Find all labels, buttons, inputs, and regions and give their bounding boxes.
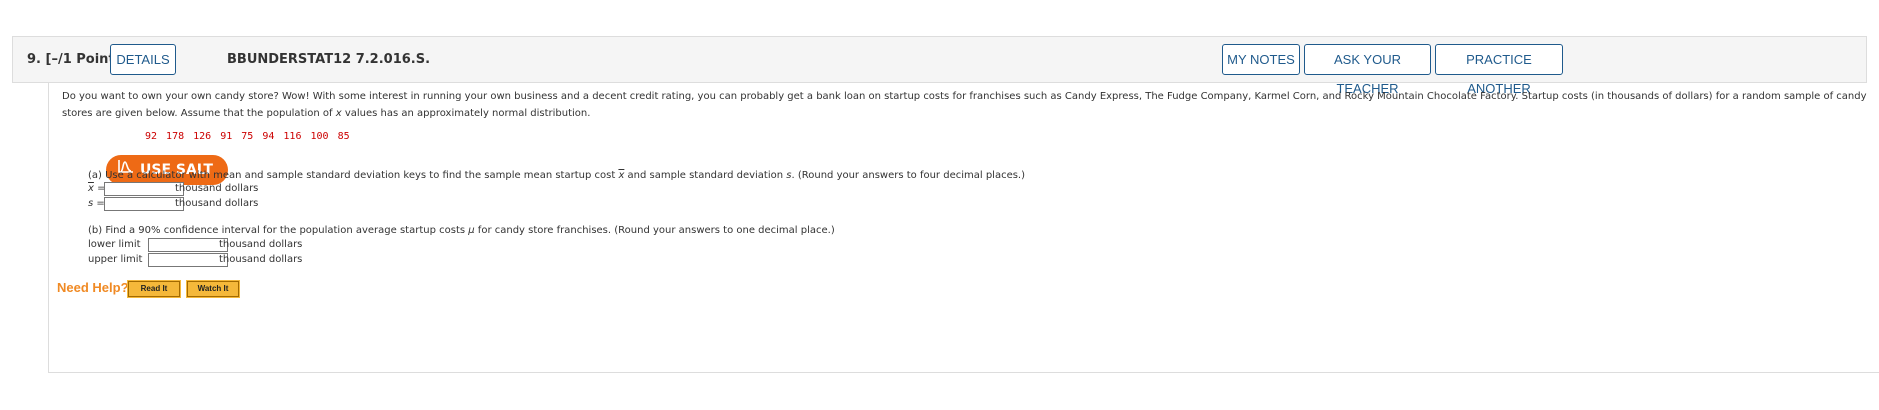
s-label: s = bbox=[88, 198, 105, 209]
xbar-label: x = bbox=[88, 183, 106, 194]
my-notes-button[interactable]: MY NOTES bbox=[1222, 44, 1300, 75]
question-header: 9. [–/1 Points] DETAILS BBUNDERSTAT12 7.… bbox=[12, 36, 1867, 96]
part-a-text-1: (a) Use a calculator with mean and sampl… bbox=[88, 170, 619, 181]
practice-another-button[interactable]: PRACTICE ANOTHER bbox=[1435, 44, 1563, 96]
xbar-input[interactable] bbox=[104, 182, 184, 196]
details-button[interactable]: DETAILS bbox=[110, 44, 176, 75]
read-it-button[interactable]: Read It bbox=[127, 280, 181, 298]
ask-your-teacher-button[interactable]: ASK YOUR TEACHER bbox=[1304, 44, 1431, 96]
upper-limit-input[interactable] bbox=[148, 253, 228, 267]
s-unit: thousand dollars bbox=[175, 198, 259, 209]
problem-statement: Do you want to own your own candy store?… bbox=[62, 88, 1872, 122]
part-b-text-1: (b) Find a 90% confidence interval for t… bbox=[88, 225, 469, 236]
sample-data-values: 92 178 126 91 75 94 116 100 85 bbox=[145, 131, 350, 142]
part-a-instruction: (a) Use a calculator with mean and sampl… bbox=[88, 170, 1025, 181]
part-a-text-2: and sample standard deviation bbox=[624, 170, 787, 181]
watch-it-button[interactable]: Watch It bbox=[186, 280, 240, 298]
upper-limit-unit: thousand dollars bbox=[219, 254, 303, 265]
s-symbol: s bbox=[88, 198, 94, 209]
part-a-text-3: . (Round your answers to four decimal pl… bbox=[791, 170, 1026, 181]
question-content: Do you want to own your own candy store?… bbox=[48, 83, 1879, 373]
part-b-instruction: (b) Find a 90% confidence interval for t… bbox=[88, 225, 835, 236]
lower-limit-label: lower limit bbox=[88, 239, 141, 250]
lower-limit-unit: thousand dollars bbox=[219, 239, 303, 250]
xbar-symbol: x bbox=[88, 183, 94, 194]
lower-limit-input[interactable] bbox=[148, 238, 228, 252]
part-b-text-2: for candy store franchises. (Round your … bbox=[474, 225, 835, 236]
xbar-unit: thousand dollars bbox=[175, 183, 259, 194]
problem-code: BBUNDERSTAT12 7.2.016.S. bbox=[227, 52, 431, 67]
s-input[interactable] bbox=[104, 197, 184, 211]
problem-text-line1: Do you want to own your own candy store?… bbox=[62, 91, 1781, 102]
need-help-label: Need Help? bbox=[57, 280, 129, 295]
upper-limit-label: upper limit bbox=[88, 254, 143, 265]
problem-text-line2b: values has an approximately normal distr… bbox=[341, 108, 591, 119]
